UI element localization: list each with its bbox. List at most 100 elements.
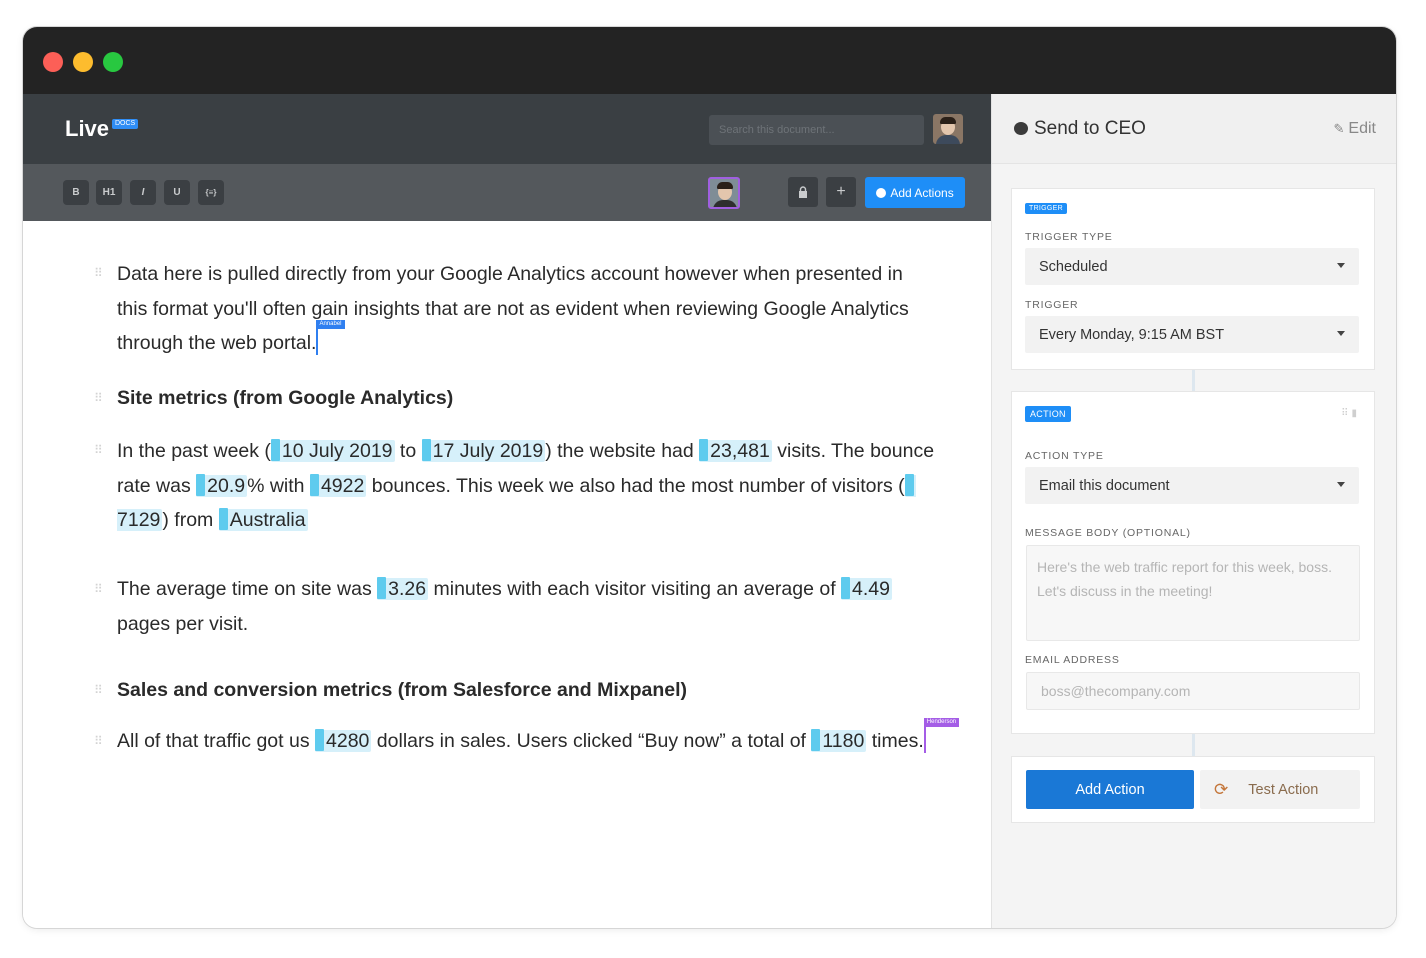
editor-pane: Live DOCS B H1 I U {≡} + Add A: [23, 94, 991, 928]
action-type-select[interactable]: Email this document: [1025, 467, 1359, 504]
editor-header: Live DOCS: [23, 94, 991, 164]
engagement-paragraph[interactable]: The average time on site was 3.26 minute…: [117, 572, 937, 641]
text-fragment: minutes with each visitor visiting an av…: [428, 578, 842, 600]
chevron-down-icon: [1337, 331, 1345, 336]
drag-handle-icon[interactable]: ⠿: [1341, 408, 1351, 419]
intro-paragraph[interactable]: Data here is pulled directly from your G…: [117, 257, 937, 361]
chevron-down-icon: [1337, 482, 1345, 487]
pencil-icon: ✎: [1333, 121, 1345, 136]
drag-handle-icon[interactable]: ⠿: [94, 734, 103, 748]
traffic-paragraph[interactable]: In the past week (10 July 2019 to 17 Jul…: [117, 434, 937, 538]
add-button[interactable]: +: [826, 177, 856, 207]
brain-icon: [876, 187, 887, 198]
message-body-label: MESSAGE BODY (OPTIONAL): [1025, 527, 1191, 539]
email-field[interactable]: [1026, 672, 1360, 710]
add-action-button[interactable]: Add Action: [1026, 770, 1194, 809]
email-address-label: EMAIL ADDRESS: [1025, 654, 1120, 666]
actions-panel: Send to CEO ✎ Edit TRIGGER TRIGGER TYPE S…: [991, 94, 1396, 928]
data-token-bounces[interactable]: 4922: [309, 474, 367, 497]
message-body-field[interactable]: [1026, 545, 1360, 641]
format-toolbar: B H1 I U {≡} + Add Actions: [23, 164, 991, 221]
logo-badge: DOCS: [112, 119, 139, 129]
edit-label: Edit: [1348, 120, 1376, 137]
data-token-visits[interactable]: 23,481: [699, 440, 772, 462]
add-actions-label: Add Actions: [890, 185, 954, 200]
insert-data-button[interactable]: {≡}: [198, 180, 224, 205]
panel-title: Send to CEO: [1034, 118, 1146, 139]
flow-connector: [1192, 734, 1195, 756]
data-token-top-country[interactable]: Australia: [218, 509, 308, 531]
card-tools: ⠿▮: [1341, 408, 1360, 419]
trigger-type-label: TRIGGER TYPE: [1025, 231, 1113, 243]
data-token-end-date[interactable]: 17 July 2019: [421, 440, 546, 462]
text-fragment: times.: [866, 730, 924, 752]
italic-button[interactable]: I: [130, 180, 156, 205]
collaborator-cursor: Henderson: [923, 718, 960, 753]
drag-handle-icon[interactable]: ⠿: [94, 582, 103, 596]
brain-icon: [1014, 122, 1028, 135]
trash-icon[interactable]: ▮: [1351, 408, 1360, 419]
flow-connector: [1192, 370, 1195, 392]
chevron-down-icon: [1337, 263, 1345, 268]
text-fragment: to: [394, 440, 422, 462]
section-heading[interactable]: Sales and conversion metrics (from Sales…: [117, 673, 937, 708]
text-fragment: ) from: [162, 509, 219, 531]
section-heading[interactable]: Site metrics (from Google Analytics): [117, 381, 937, 416]
bold-button[interactable]: B: [63, 180, 89, 205]
app-logo: Live: [65, 116, 110, 141]
data-token-buy-clicks[interactable]: 1180: [811, 730, 867, 752]
text-fragment: pages per visit.: [117, 612, 249, 635]
drag-handle-icon[interactable]: ⠿: [94, 266, 103, 280]
cursor-label: Henderson: [923, 718, 960, 727]
data-token-bounce-rate[interactable]: 20.9: [196, 474, 248, 497]
app-window: Live DOCS B H1 I U {≡} + Add A: [23, 27, 1396, 928]
trigger-type-select[interactable]: Scheduled: [1025, 248, 1359, 285]
collaborator-cursor: Annabel: [316, 320, 345, 355]
trigger-schedule-select[interactable]: Every Monday, 9:15 AM BST: [1025, 316, 1359, 353]
drag-handle-icon[interactable]: ⠿: [94, 443, 103, 457]
text-fragment: All of that traffic got us: [117, 730, 315, 752]
text-fragment: In the past week (: [117, 440, 271, 462]
data-token-sales[interactable]: 4280: [315, 730, 372, 752]
intro-text: Data here is pulled directly from your G…: [117, 263, 909, 354]
drag-handle-icon[interactable]: ⠿: [94, 683, 103, 697]
cursor-label: Annabel: [316, 320, 345, 329]
close-window-button[interactable]: [43, 52, 63, 72]
drag-handle-icon[interactable]: ⠿: [94, 391, 103, 405]
action-type-value: Email this document: [1039, 477, 1170, 494]
data-token-pages-per-visit[interactable]: 4.49: [841, 578, 892, 600]
trigger-card: TRIGGER TRIGGER TYPE Scheduled TRIGGER E…: [1011, 188, 1375, 370]
underline-button[interactable]: U: [164, 180, 190, 205]
sales-paragraph[interactable]: All of that traffic got us 4280 dollars …: [117, 718, 960, 759]
text-fragment: bounces. This week we also had the most …: [366, 474, 905, 497]
lock-button[interactable]: [788, 177, 818, 207]
trigger-label: TRIGGER: [1025, 299, 1079, 311]
data-token-avg-time[interactable]: 3.26: [377, 578, 429, 600]
text-fragment: dollars in sales. Users clicked “Buy now…: [371, 730, 812, 752]
data-token-start-date[interactable]: 10 July 2019: [270, 440, 395, 462]
test-action-button[interactable]: ⟳ Test Action: [1200, 770, 1360, 809]
trigger-tag: TRIGGER: [1025, 203, 1067, 214]
lock-icon: [799, 186, 807, 198]
refresh-icon: ⟳: [1214, 779, 1229, 799]
plus-icon: +: [836, 183, 846, 200]
trigger-schedule-value: Every Monday, 9:15 AM BST: [1039, 326, 1225, 343]
action-buttons-card: Add Action ⟳ Test Action: [1011, 756, 1375, 823]
heading-button[interactable]: H1: [96, 180, 122, 205]
text-fragment: % with: [247, 474, 310, 497]
panel-header: Send to CEO ✎ Edit: [992, 94, 1396, 164]
collaborator-avatar[interactable]: [708, 177, 740, 209]
action-tag: ACTION: [1025, 406, 1071, 422]
test-action-label: Test Action: [1248, 781, 1319, 798]
action-card: ACTION ⠿▮ ACTION TYPE Email this documen…: [1011, 391, 1375, 734]
user-avatar[interactable]: [933, 114, 963, 144]
text-fragment: ) the website had: [545, 440, 700, 462]
trigger-type-value: Scheduled: [1039, 258, 1108, 275]
window-titlebar: [23, 27, 1396, 94]
edit-button[interactable]: ✎ Edit: [1334, 120, 1376, 138]
add-actions-button[interactable]: Add Actions: [865, 177, 965, 208]
minimize-window-button[interactable]: [73, 52, 93, 72]
text-fragment: The average time on site was: [117, 578, 378, 600]
maximize-window-button[interactable]: [103, 52, 123, 72]
search-input[interactable]: [709, 115, 924, 145]
